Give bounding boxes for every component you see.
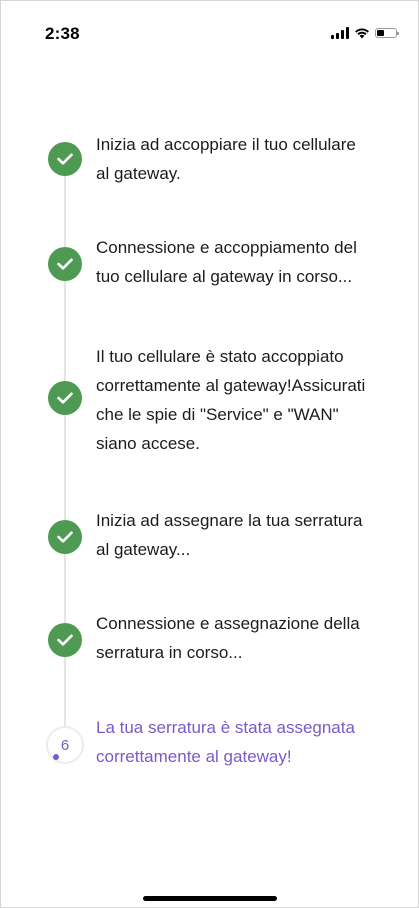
step-3-text: Il tuo cellulare è stato accoppiato corr… [96, 347, 366, 453]
spinner-dot [53, 754, 59, 760]
status-icons [331, 27, 399, 39]
battery-icon [375, 28, 399, 38]
checkmark-icon [48, 142, 82, 176]
step-number: 6 [60, 736, 70, 754]
step-4-text: Inizia ad assegnare la tua serratura al … [96, 511, 363, 559]
checkmark-icon [48, 520, 82, 554]
wifi-icon [355, 28, 369, 39]
step-1-text: Inizia ad accoppiare il tuo cellulare al… [96, 135, 356, 183]
checkmark-icon [48, 247, 82, 281]
status-time: 2:38 [45, 24, 80, 43]
step-2-text: Connessione e accoppiamento del tuo cell… [96, 238, 357, 286]
progress-spinner-icon: 6 [46, 726, 84, 764]
checkmark-icon [48, 623, 82, 657]
step-5-text: Connessione e assegnazione della serratu… [96, 614, 360, 662]
home-indicator[interactable] [143, 896, 277, 901]
checkmark-icon [48, 381, 82, 415]
cellular-signal-icon [331, 27, 349, 39]
step-6-text: La tua serratura è stata assegnata corre… [96, 718, 355, 766]
status-bar: 2:38 [0, 0, 419, 60]
